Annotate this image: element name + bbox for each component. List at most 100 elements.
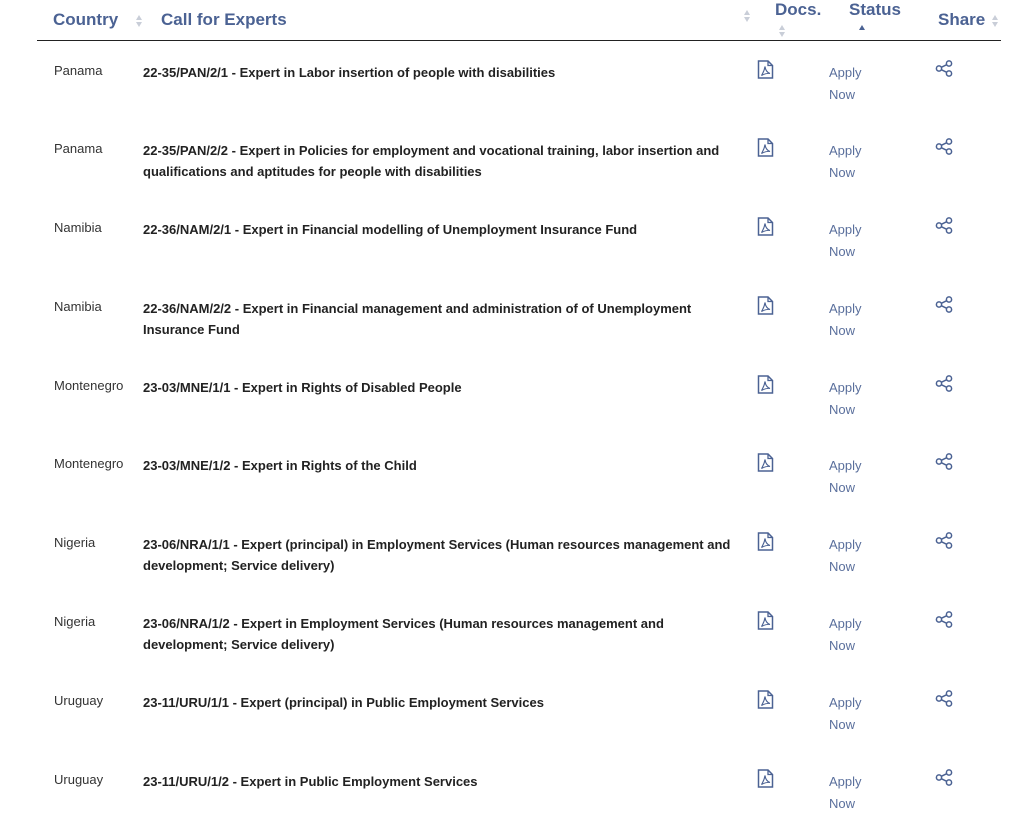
share-icon[interactable] — [935, 690, 953, 712]
share-cell — [918, 277, 1001, 356]
apply-now-link[interactable]: Apply Now — [829, 62, 869, 106]
status-cell: Apply Now — [827, 750, 918, 828]
status-cell: Apply Now — [827, 277, 918, 356]
pdf-file-icon[interactable] — [757, 532, 774, 556]
apply-now-link[interactable]: Apply Now — [829, 534, 869, 578]
pdf-file-icon[interactable] — [757, 690, 774, 714]
country-text: Panama — [54, 63, 103, 78]
share-cell — [918, 356, 1001, 435]
calls-for-experts-table: Country Call for Experts Docs. Status Sh… — [37, 0, 1001, 828]
pdf-file-icon[interactable] — [757, 60, 774, 84]
share-icon[interactable] — [935, 296, 953, 318]
call-title: 22-36/NAM/2/2 - Expert in Financial mana… — [143, 300, 692, 337]
country-cell: Montenegro — [37, 434, 143, 513]
call-cell: 22-36/NAM/2/2 - Expert in Financial mana… — [143, 277, 755, 356]
table-row: Namibia 22-36/NAM/2/1 - Expert in Financi… — [37, 198, 1001, 277]
country-cell: Nigeria — [37, 592, 143, 671]
column-header-label: Country — [53, 10, 119, 29]
country-cell: Nigeria — [37, 513, 143, 592]
share-cell — [918, 671, 1001, 750]
table-header-row: Country Call for Experts Docs. Status Sh… — [37, 0, 1001, 41]
call-cell: 22-35/PAN/2/2 - Expert in Policies for e… — [143, 119, 755, 198]
table-row: Namibia 22-36/NAM/2/2 - Expert in Financi… — [37, 277, 1001, 356]
call-cell: 23-03/MNE/1/1 - Expert in Rights of Disa… — [143, 356, 755, 435]
call-title: 22-35/PAN/2/2 - Expert in Policies for e… — [143, 143, 720, 180]
country-cell: Montenegro — [37, 356, 143, 435]
column-header-label: Share — [938, 10, 986, 29]
table-row: Montenegro 23-03/MNE/1/1 - Expert in Righ… — [37, 356, 1001, 435]
sort-icon — [744, 10, 751, 22]
country-cell: Panama — [37, 119, 143, 198]
share-cell — [918, 434, 1001, 513]
column-header-label: Status — [849, 0, 901, 19]
docs-cell — [755, 198, 827, 277]
sort-icon — [135, 14, 143, 27]
table-row: Panama 22-35/PAN/2/2 - Expert in Policies… — [37, 119, 1001, 198]
apply-now-link[interactable]: Apply Now — [829, 140, 869, 184]
call-title: 23-03/MNE/1/1 - Expert in Rights of Disa… — [143, 379, 462, 395]
apply-now-link[interactable]: Apply Now — [829, 455, 869, 499]
share-icon[interactable] — [935, 453, 953, 475]
apply-now-link[interactable]: Apply Now — [829, 377, 869, 421]
table-row: Nigeria 23-06/NRA/1/1 - Expert (principal… — [37, 513, 1001, 592]
country-text: Uruguay — [54, 692, 104, 708]
pdf-file-icon[interactable] — [757, 768, 774, 793]
share-cell — [918, 750, 1001, 828]
share-icon[interactable] — [935, 374, 953, 397]
column-header-label: Docs. — [775, 0, 822, 19]
table-row: Panama 22-35/PAN/2/1 - Expert in Labor in… — [37, 41, 1001, 120]
country-text: Montenegro — [54, 456, 124, 472]
docs-cell — [755, 671, 827, 750]
share-icon[interactable] — [935, 532, 953, 554]
call-cell: 22-36/NAM/2/1 - Expert in Financial mode… — [143, 198, 755, 277]
docs-cell — [755, 356, 827, 435]
table-row: Uruguay 23-11/URU/1/2 - Expert in Public … — [37, 750, 1001, 828]
call-cell: 23-03/MNE/1/2 - Expert in Rights of the … — [143, 434, 755, 513]
column-header-docs[interactable]: Docs. — [755, 0, 827, 41]
share-icon[interactable] — [935, 60, 953, 82]
column-header-call[interactable]: Call for Experts — [143, 0, 755, 41]
apply-now-link[interactable]: Apply Now — [829, 692, 869, 736]
share-cell — [918, 41, 1001, 120]
share-cell — [918, 198, 1001, 277]
country-text: Uruguay — [54, 771, 104, 787]
country-text: Namibia — [54, 220, 102, 236]
pdf-file-icon[interactable] — [757, 611, 774, 635]
call-title: 23-03/MNE/1/2 - Expert in Rights of the … — [143, 458, 417, 474]
country-cell: Panama — [37, 41, 143, 120]
apply-now-link[interactable]: Apply Now — [829, 613, 869, 657]
docs-cell — [755, 41, 827, 120]
status-cell: Apply Now — [827, 592, 918, 671]
pdf-file-icon[interactable] — [757, 453, 774, 477]
pdf-file-icon[interactable] — [757, 217, 774, 241]
docs-cell — [755, 592, 827, 671]
apply-now-link[interactable]: Apply Now — [829, 219, 869, 263]
status-cell: Apply Now — [827, 671, 918, 750]
table-row: Nigeria 23-06/NRA/1/2 - Expert in Employm… — [37, 592, 1001, 671]
docs-cell — [755, 434, 827, 513]
pdf-file-icon[interactable] — [757, 138, 774, 162]
share-cell — [918, 119, 1001, 198]
share-icon[interactable] — [935, 611, 953, 633]
country-text: Nigeria — [54, 614, 96, 630]
column-header-share[interactable]: Share — [918, 0, 1001, 41]
sort-icon — [991, 14, 999, 27]
apply-now-link[interactable]: Apply Now — [829, 771, 869, 815]
country-text: Namibia — [54, 298, 102, 314]
pdf-file-icon[interactable] — [757, 296, 774, 320]
apply-now-link[interactable]: Apply Now — [829, 298, 869, 342]
column-header-label: Call for Experts — [161, 10, 287, 29]
call-cell: 23-06/NRA/1/1 - Expert (principal) in Em… — [143, 513, 755, 592]
status-cell: Apply Now — [827, 41, 918, 120]
docs-cell — [755, 119, 827, 198]
column-header-country[interactable]: Country — [37, 0, 143, 41]
country-cell: Uruguay — [37, 750, 143, 828]
pdf-file-icon[interactable] — [757, 374, 774, 399]
share-icon[interactable] — [935, 217, 953, 239]
share-icon[interactable] — [935, 768, 953, 791]
share-icon[interactable] — [935, 138, 953, 160]
call-title: 23-11/URU/1/2 - Expert in Public Employm… — [143, 773, 478, 789]
calls-table-container: Country Call for Experts Docs. Status Sh… — [0, 0, 1019, 811]
sort-ascending-icon — [859, 24, 866, 37]
column-header-status[interactable]: Status — [827, 0, 918, 41]
